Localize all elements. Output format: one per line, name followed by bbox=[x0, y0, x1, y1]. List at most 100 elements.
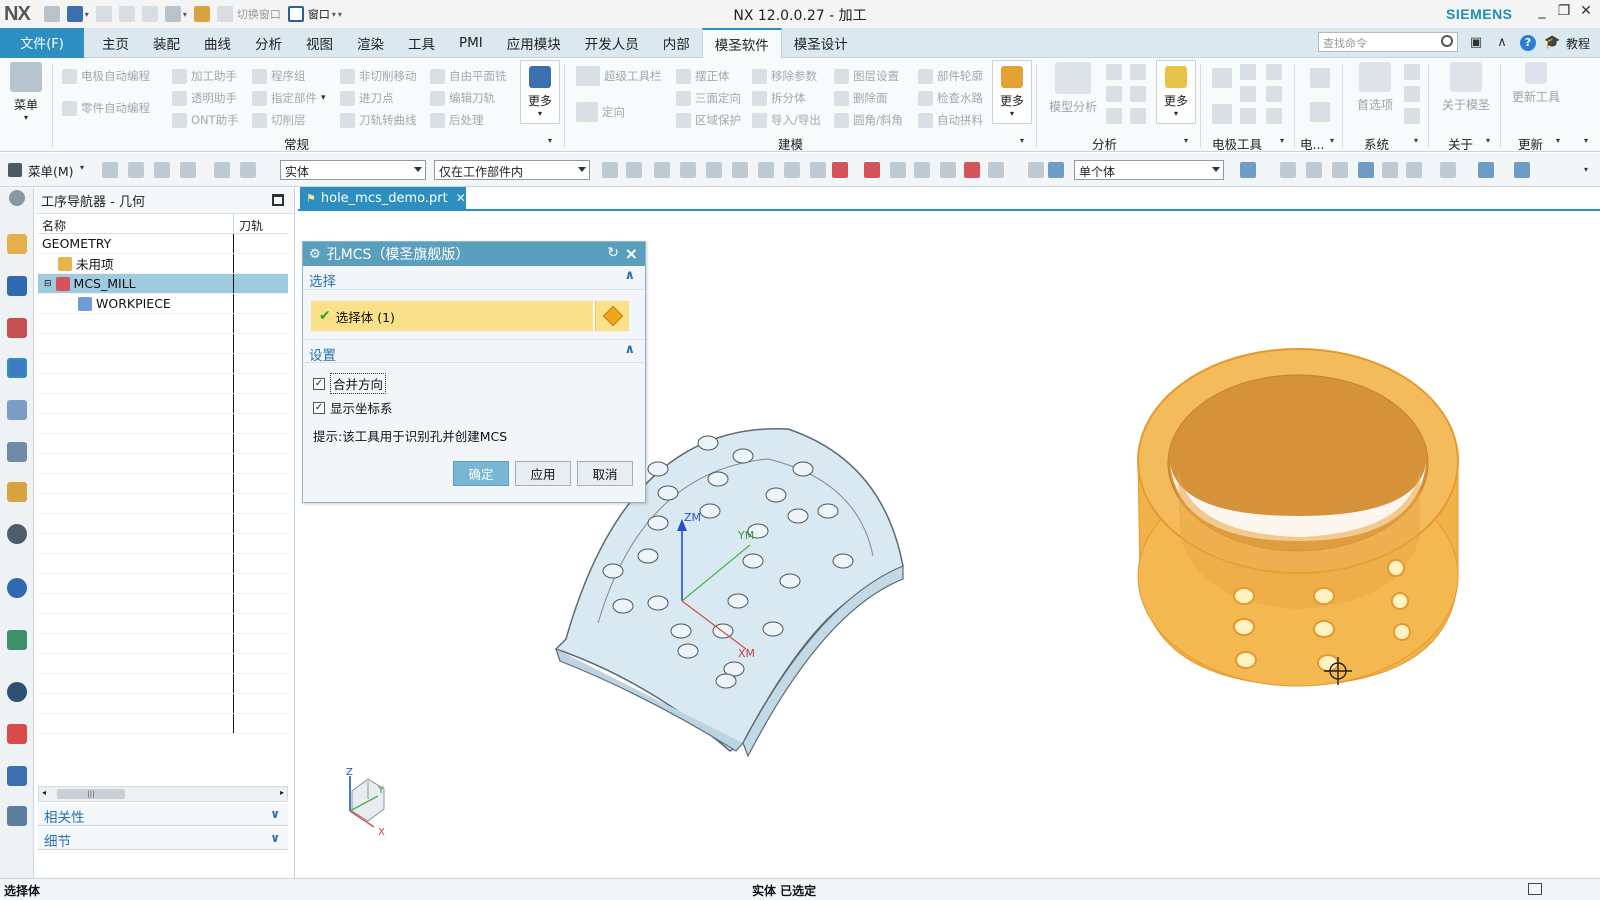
system-tool-2-icon[interactable] bbox=[1404, 86, 1420, 102]
layer-settings-button[interactable]: 图层设置 bbox=[834, 66, 899, 86]
tab-assemblies[interactable]: 装配 bbox=[141, 28, 192, 58]
tab-pmi[interactable]: PMI bbox=[447, 28, 495, 58]
window-icon[interactable] bbox=[287, 6, 304, 22]
electrode-tool-5-icon[interactable] bbox=[1266, 86, 1282, 102]
restore-button[interactable]: ❐ bbox=[1554, 3, 1574, 19]
minimize-button[interactable]: _ bbox=[1532, 3, 1552, 19]
zoom-icon[interactable] bbox=[1306, 162, 1322, 178]
menu-list-icon[interactable] bbox=[8, 163, 22, 177]
auto-stock-button[interactable]: 自动拼料 bbox=[918, 110, 983, 130]
electrode-tool-4-icon[interactable] bbox=[1240, 86, 1256, 102]
snap-point-icon[interactable] bbox=[832, 162, 848, 178]
window-dropdown-icon[interactable]: ▾ bbox=[332, 10, 336, 19]
body-rule-select[interactable]: 单个体 bbox=[1074, 160, 1224, 180]
shaded-icon[interactable] bbox=[1478, 162, 1494, 178]
selection-icon[interactable] bbox=[164, 6, 181, 22]
sheet-body-icon[interactable] bbox=[732, 162, 748, 178]
details-panel-header[interactable]: 细节 ∨ bbox=[38, 828, 288, 850]
three-face-orient-button[interactable]: 三面定向 bbox=[676, 88, 741, 108]
angle-icon[interactable] bbox=[1130, 86, 1146, 102]
tab-internal[interactable]: 内部 bbox=[651, 28, 702, 58]
arc-center-icon[interactable] bbox=[964, 162, 980, 178]
intersection-icon[interactable] bbox=[940, 162, 956, 178]
help-icon[interactable]: ? bbox=[1520, 35, 1536, 51]
body-info-icon[interactable] bbox=[1106, 108, 1122, 124]
constraint-navigator-icon[interactable] bbox=[7, 276, 27, 296]
maximize-icon[interactable] bbox=[272, 194, 284, 206]
part-navigator-icon[interactable] bbox=[7, 318, 27, 338]
tab-curve[interactable]: 曲线 bbox=[192, 28, 243, 58]
horizontal-scrollbar[interactable]: ◂ ||| ▸ bbox=[38, 786, 288, 802]
electrode-tool-2-icon[interactable] bbox=[1240, 64, 1256, 80]
tab-analysis[interactable]: 分析 bbox=[243, 28, 294, 58]
merge-direction-checkbox[interactable]: ✓ 合并方向 bbox=[313, 373, 387, 394]
reset-icon[interactable]: ↻ bbox=[607, 245, 619, 261]
undo-dropdown-icon[interactable]: ▾ bbox=[85, 10, 89, 19]
toolbar-options-icon[interactable]: ▾ bbox=[1584, 165, 1588, 174]
assembly-navigator-icon[interactable] bbox=[7, 234, 27, 254]
align-body-button[interactable]: 摆正体 bbox=[676, 66, 730, 86]
deselect-icon[interactable] bbox=[626, 162, 642, 178]
view-triad[interactable] bbox=[349, 776, 385, 828]
web-browser-icon[interactable] bbox=[7, 630, 27, 650]
face-icon[interactable] bbox=[706, 162, 722, 178]
box-select-icon[interactable] bbox=[988, 162, 1004, 178]
lighting-icon[interactable] bbox=[1514, 162, 1530, 178]
part-auto-program-button[interactable]: 零件自动编程 bbox=[62, 98, 150, 118]
history-library-icon[interactable] bbox=[7, 482, 27, 502]
document-tab[interactable]: ⚑ hole_mcs_demo.prt ✕ bbox=[300, 187, 466, 209]
group4-expand-icon[interactable]: ▾ bbox=[1280, 136, 1284, 145]
remove-params-button[interactable]: 移除参数 bbox=[752, 66, 817, 86]
control-point-icon[interactable] bbox=[914, 162, 930, 178]
menu-big-button[interactable]: 菜单 ▾ bbox=[6, 62, 46, 122]
draft-icon[interactable] bbox=[1130, 108, 1146, 124]
split-body-button[interactable]: 拆分体 bbox=[752, 88, 806, 108]
settings-section-header[interactable]: 设置 ∧ bbox=[303, 339, 645, 364]
checkbox-checked[interactable]: ✓ bbox=[313, 401, 325, 414]
palette-icon[interactable] bbox=[7, 724, 27, 744]
tab-mosheng-design[interactable]: 模圣设计 bbox=[782, 28, 860, 58]
cut-levels-button[interactable]: 切削层 bbox=[252, 110, 306, 130]
selection-dropdown-icon[interactable]: ▾ bbox=[183, 10, 187, 19]
group6-expand-icon[interactable]: ▾ bbox=[1414, 136, 1418, 145]
customize-quick-access-icon[interactable]: ▾ bbox=[338, 10, 342, 19]
end-point-icon[interactable] bbox=[864, 162, 880, 178]
system-tool-1-icon[interactable] bbox=[1404, 64, 1420, 80]
arrow-right-icon[interactable] bbox=[1240, 162, 1256, 178]
group2-more-button[interactable]: 更多 ▾ bbox=[992, 62, 1032, 118]
electrode-tool-1-icon[interactable] bbox=[1212, 68, 1232, 88]
group2-expand-icon[interactable]: ▾ bbox=[1020, 136, 1024, 145]
group5-expand-icon[interactable]: ▾ bbox=[1330, 136, 1334, 145]
specify-part-dropdown-icon[interactable]: ▾ bbox=[321, 93, 326, 103]
tree-row-unused[interactable]: 未用项 bbox=[38, 254, 288, 274]
scope-filter-select[interactable]: 仅在工作部件内 bbox=[434, 160, 590, 180]
super-toolbar-button[interactable]: 超级工具栏 bbox=[576, 66, 662, 86]
color-body-icon[interactable] bbox=[1048, 162, 1064, 178]
dependencies-panel-header[interactable]: 相关性 ∨ bbox=[38, 804, 288, 826]
electrode-list-icon[interactable] bbox=[1310, 102, 1330, 122]
settings-gear-icon[interactable] bbox=[9, 190, 25, 206]
tutorial-icon[interactable]: 🎓 bbox=[1544, 35, 1560, 51]
toolbar-icon-2[interactable] bbox=[128, 162, 144, 178]
chevron-up-icon[interactable]: ∧ bbox=[624, 342, 635, 357]
render-style-icon[interactable] bbox=[1440, 162, 1456, 178]
group8-expand-icon[interactable]: ▾ bbox=[1556, 136, 1560, 145]
menu-dropdown-caret-icon[interactable]: ▾ bbox=[80, 163, 84, 172]
ont-assistant-button[interactable]: ONT助手 bbox=[172, 110, 239, 130]
system-help-icon[interactable] bbox=[1404, 108, 1420, 124]
column-header-toolpath[interactable]: 刀轨 bbox=[234, 214, 263, 233]
electrode-auto-program-button[interactable]: 电极自动编程 bbox=[62, 66, 150, 86]
tree-row-workpiece[interactable]: WORKPIECE bbox=[38, 294, 288, 314]
file-menu-tab[interactable]: 文件(F) bbox=[0, 27, 84, 58]
view-orient-icon[interactable] bbox=[1382, 162, 1398, 178]
switch-window-label[interactable]: 切换窗口 bbox=[237, 6, 281, 22]
region-protect-button[interactable]: 区域保护 bbox=[676, 110, 741, 130]
undo-icon[interactable] bbox=[66, 6, 83, 22]
import-export-button[interactable]: 导入/导出 bbox=[752, 110, 821, 130]
group7-expand-icon[interactable]: ▾ bbox=[1486, 136, 1490, 145]
postprocess-button[interactable]: 后处理 bbox=[430, 110, 484, 130]
fullscreen-icon[interactable] bbox=[1528, 883, 1542, 895]
paste-icon[interactable] bbox=[141, 6, 158, 22]
group1-more-button[interactable]: 更多 ▾ bbox=[520, 62, 560, 118]
model-analysis-button[interactable]: 模型分析 bbox=[1046, 62, 1100, 115]
